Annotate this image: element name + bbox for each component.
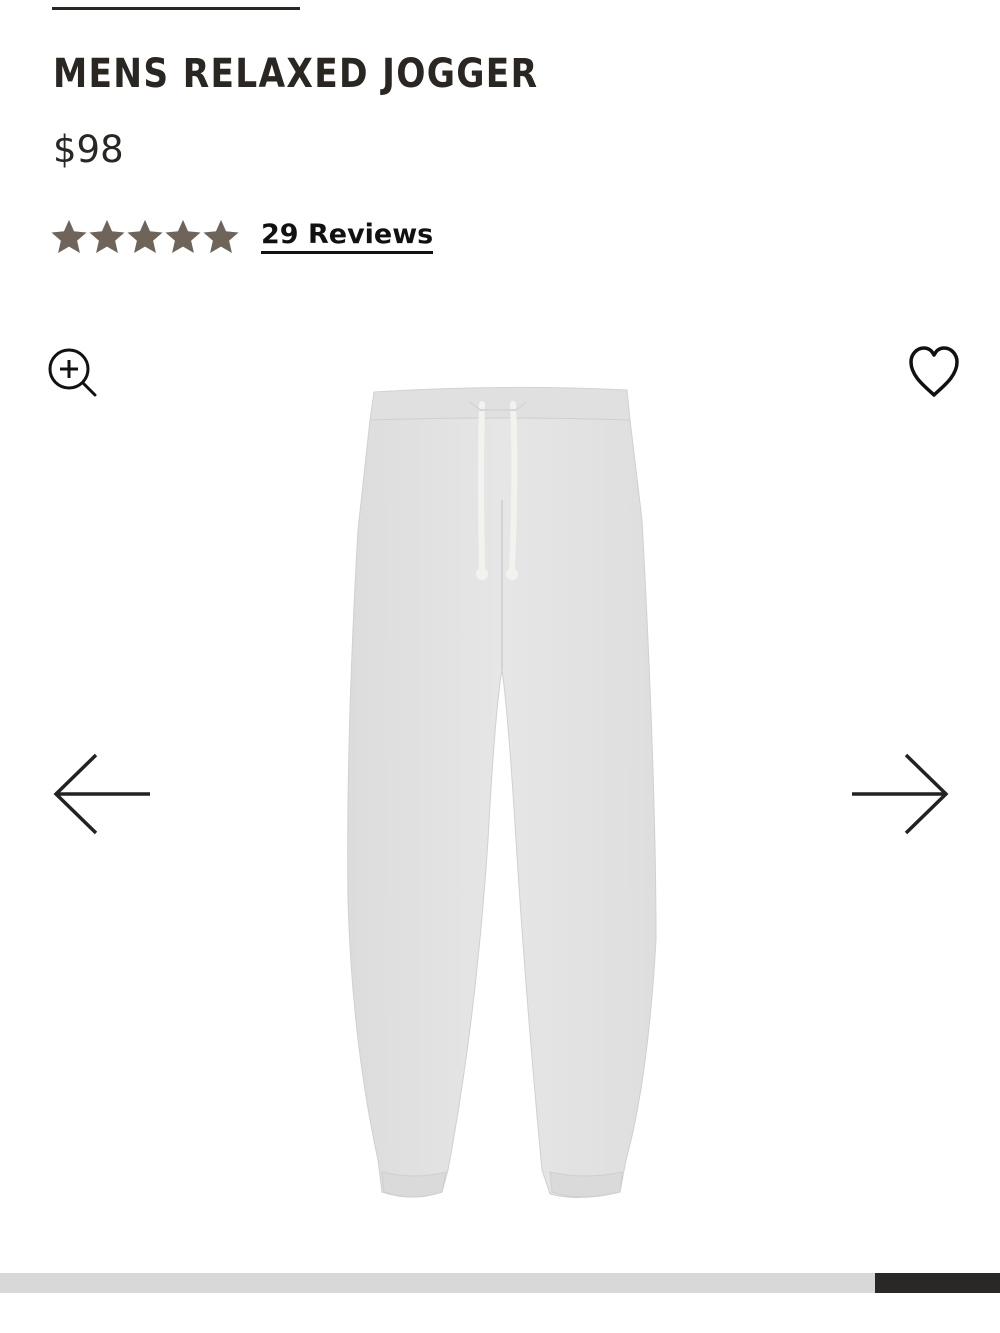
jogger-pants-illustration [347,386,657,1199]
previous-image-button[interactable] [50,750,156,838]
product-image-gallery [0,320,1000,1250]
zoom-in-icon [48,348,97,397]
gallery-progress-bar [0,1273,1000,1293]
favorite-button[interactable] [903,342,965,400]
star-icon [165,219,201,255]
product-title: MENS RELAXED JOGGER [53,51,539,97]
star-icon [89,219,125,255]
product-rating: 29 Reviews [51,214,434,260]
star-icon [51,219,87,255]
next-image-button[interactable] [846,750,952,838]
arrow-left-icon [53,753,150,835]
star-rating [51,219,239,255]
star-icon [127,219,163,255]
star-icon [203,219,239,255]
heart-icon [909,346,959,397]
product-price: $98 [53,128,124,171]
arrow-right-icon [852,753,949,835]
top-divider [52,7,300,10]
reviews-link[interactable]: 29 Reviews [261,220,434,254]
gallery-progress-indicator [875,1273,1000,1293]
product-image-joggers [330,380,670,1210]
zoom-button[interactable] [44,344,100,400]
